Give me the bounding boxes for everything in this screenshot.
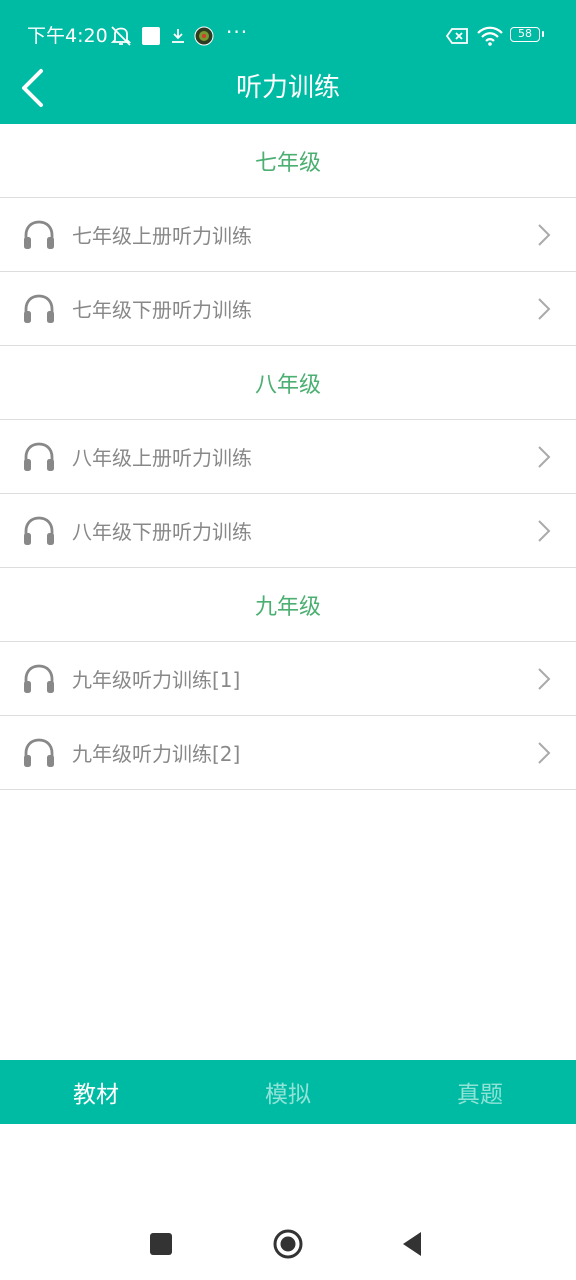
chevron-right-icon <box>538 224 551 246</box>
battery-icon: 58 <box>510 27 544 42</box>
list-item-grade9-part2[interactable]: 九年级听力训练[2] <box>0 716 576 790</box>
app-root: 下午4:20 ··· 58 听力训练 七年级 七年级上册听力训练 七年级下册听力… <box>0 0 576 1280</box>
square-icon <box>150 1233 172 1255</box>
headphones-icon <box>24 664 54 693</box>
top-bar: 下午4:20 ··· 58 听力训练 <box>0 0 576 124</box>
section-header-grade9: 九年级 <box>0 568 576 642</box>
list-item-grade9-part1[interactable]: 九年级听力训练[1] <box>0 642 576 716</box>
lesson-list: 七年级 七年级上册听力训练 七年级下册听力训练 八年级 八年级上册听力训练 八年… <box>0 124 576 790</box>
download-icon <box>168 24 188 48</box>
list-item-label: 九年级听力训练[1] <box>72 668 241 692</box>
headphones-icon <box>24 442 54 471</box>
status-time: 下午4:20 <box>27 25 108 47</box>
list-item-label: 七年级上册听力训练 <box>72 224 252 248</box>
system-nav-bar <box>0 1124 576 1280</box>
chevron-right-icon <box>538 298 551 320</box>
recents-button[interactable] <box>141 1224 181 1264</box>
section-header-grade7: 七年级 <box>0 124 576 198</box>
wifi-icon <box>476 24 504 48</box>
tab-real-exam[interactable]: 真题 <box>384 1060 576 1124</box>
headphones-icon <box>24 516 54 545</box>
chevron-right-icon <box>538 446 551 468</box>
tab-textbook[interactable]: 教材 <box>0 1060 192 1124</box>
chevron-right-icon <box>538 668 551 690</box>
app-badge-icon <box>193 24 215 48</box>
list-item-label: 八年级下册听力训练 <box>72 520 252 544</box>
triangle-back-icon <box>403 1232 421 1256</box>
chevron-right-icon <box>538 520 551 542</box>
bell-muted-icon <box>108 24 134 48</box>
section-header-grade8: 八年级 <box>0 346 576 420</box>
notification-square-icon <box>141 24 161 48</box>
bottom-tab-bar: 教材 模拟 真题 <box>0 1060 576 1124</box>
tab-mock[interactable]: 模拟 <box>192 1060 384 1124</box>
list-item-label: 八年级上册听力训练 <box>72 446 252 470</box>
headphones-icon <box>24 738 54 767</box>
home-button[interactable] <box>268 1224 308 1264</box>
headphones-icon <box>24 294 54 323</box>
list-item-grade7-vol2[interactable]: 七年级下册听力训练 <box>0 272 576 346</box>
more-notifications-icon: ··· <box>226 20 249 44</box>
circle-home-icon <box>273 1229 303 1259</box>
chevron-right-icon <box>538 742 551 764</box>
page-title: 听力训练 <box>235 73 340 103</box>
headphones-icon <box>24 220 54 249</box>
list-item-label: 九年级听力训练[2] <box>72 742 241 766</box>
list-item-label: 七年级下册听力训练 <box>72 298 252 322</box>
list-item-grade8-vol2[interactable]: 八年级下册听力训练 <box>0 494 576 568</box>
status-bar: 下午4:20 ··· 58 <box>0 0 576 70</box>
list-item-grade8-vol1[interactable]: 八年级上册听力训练 <box>0 420 576 494</box>
list-item-grade7-vol1[interactable]: 七年级上册听力训练 <box>0 198 576 272</box>
sim-error-icon <box>446 24 470 48</box>
back-nav-button[interactable] <box>392 1224 432 1264</box>
